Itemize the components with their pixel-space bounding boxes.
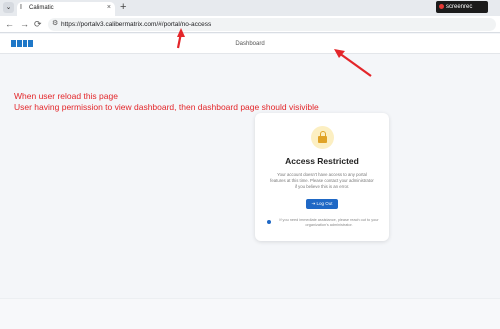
page-footer <box>0 298 500 329</box>
card-title: Access Restricted <box>285 156 359 166</box>
logout-label: Log Out <box>316 201 333 206</box>
lock-icon <box>311 126 334 149</box>
arrow-to-url <box>176 28 185 49</box>
access-restricted-card: Access Restricted Your account doesn't h… <box>255 113 389 241</box>
logout-button[interactable]: ⇥ Log Out <box>306 199 338 209</box>
annotation-arrows <box>176 28 372 77</box>
help-text: If you need immediate assistance, please… <box>279 218 379 227</box>
card-message: Your account doesn't have access to any … <box>270 172 374 189</box>
info-icon <box>267 220 271 224</box>
arrow-to-dashboard <box>334 49 372 77</box>
logout-icon: ⇥ <box>311 201 316 206</box>
